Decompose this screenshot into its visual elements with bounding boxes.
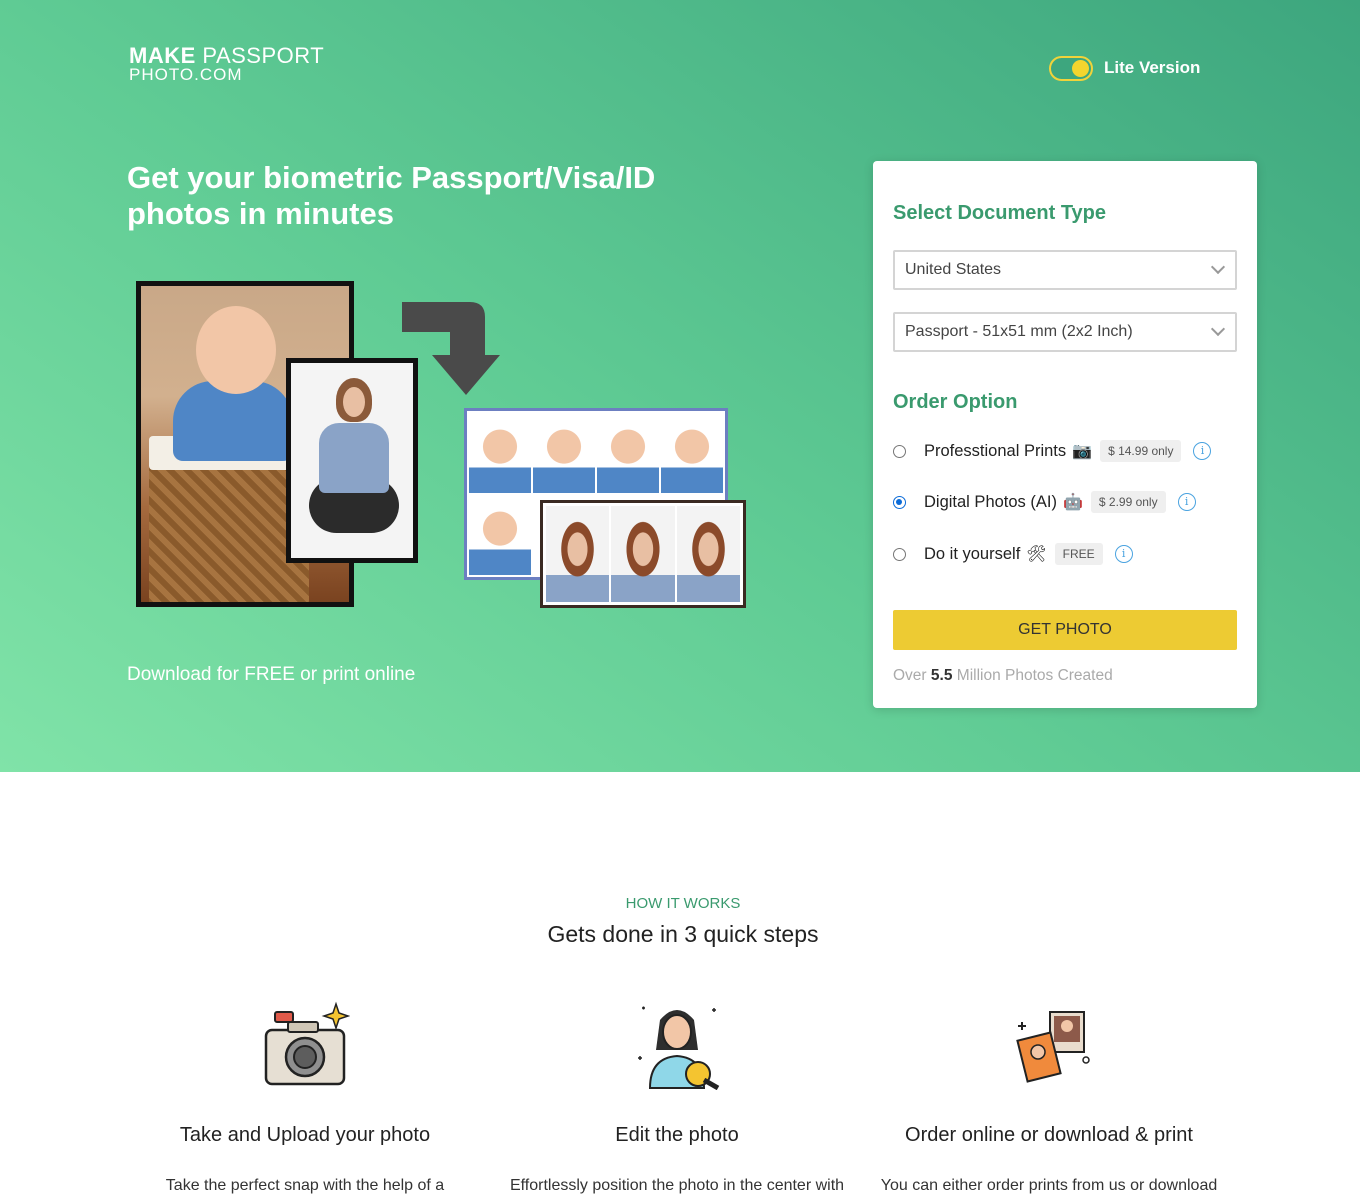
hero-illustration [130, 278, 760, 618]
how-it-works-title: Gets done in 3 quick steps [547, 921, 819, 947]
curved-arrow-icon [402, 302, 500, 395]
chevron-down-icon [1210, 321, 1226, 337]
edit-person-icon [638, 1006, 720, 1091]
logo-photo-com: PHOTO.COM [129, 65, 243, 84]
step-title: Take and Upload your photo [179, 1124, 431, 1146]
info-icon[interactable]: i [1114, 545, 1133, 563]
hero-title: Get your biometric Passport/Visa/ID phot… [127, 160, 656, 231]
digital-photos-radio[interactable] [893, 495, 906, 509]
professional-prints-radio[interactable] [893, 444, 906, 458]
robot-emoji-icon: 🤖 [1062, 494, 1083, 511]
toggle-knob [1072, 60, 1089, 77]
do-it-yourself-radio[interactable] [893, 547, 906, 561]
hero-subtitle: Download for FREE or print online [127, 664, 416, 685]
country-select[interactable]: United States [893, 250, 1237, 290]
camera-emoji-icon: 📷 [1072, 443, 1093, 460]
option-digital-photos[interactable]: Digital Photos (AI) 🤖 $ 2.99 only i [893, 489, 1237, 515]
tools-emoji-icon: 🛠 [1026, 546, 1047, 563]
country-select-value: United States [905, 261, 1002, 278]
order-option-heading: Order Option [893, 391, 1018, 413]
option-professional-prints[interactable]: Professtional Prints 📷 $ 14.99 only i [893, 438, 1237, 464]
step-description: Take the perfect snap with the help of a [165, 1177, 445, 1194]
camera-icon [264, 1001, 351, 1086]
option-label: Digital Photos (AI) [924, 492, 1057, 511]
price-badge: $ 2.99 only [1090, 491, 1166, 513]
option-do-it-yourself[interactable]: Do it yourself 🛠 FREE i [893, 541, 1237, 567]
step-title: Order online or download & print [905, 1124, 1193, 1146]
step-title: Edit the photo [615, 1124, 739, 1146]
order-card: Select Document Type United States Passp… [873, 161, 1257, 708]
stat-suffix: Million Photos Created [956, 667, 1113, 684]
step-description: Effortlessly position the photo in the c… [509, 1177, 845, 1194]
get-photo-button[interactable]: GET PHOTO [893, 610, 1237, 650]
document-type-select[interactable]: Passport - 51x51 mm (2x2 Inch) [893, 312, 1237, 352]
photos-icon [1016, 1011, 1090, 1083]
info-icon[interactable]: i [1177, 493, 1196, 511]
photos-created-stat: Over 5.5 Million Photos Created [893, 667, 1113, 685]
option-label: Do it yourself [924, 544, 1021, 563]
step-description: You can either order prints from us or d… [880, 1177, 1218, 1194]
step-upload: Take and Upload your photo Take the perf… [115, 1000, 495, 1194]
chevron-down-icon [1210, 259, 1226, 275]
option-label: Professtional Prints [924, 441, 1067, 460]
price-badge: FREE [1054, 543, 1103, 565]
select-document-heading: Select Document Type [893, 202, 1107, 224]
lite-version-toggle[interactable] [1049, 56, 1093, 81]
document-select-value: Passport - 51x51 mm (2x2 Inch) [905, 323, 1133, 340]
woman-photo-sheet [540, 500, 746, 608]
info-icon[interactable]: i [1193, 442, 1212, 460]
price-badge: $ 14.99 only [1100, 440, 1182, 462]
woman-photo-frame [286, 358, 418, 563]
hero-section: MAKE PASSPORT PHOTO.COM Lite Version Get… [0, 0, 1360, 772]
stat-value: 5.5 [930, 667, 953, 684]
lite-version-label[interactable]: Lite Version [1104, 58, 1200, 78]
stat-prefix: Over [893, 667, 927, 684]
site-logo[interactable]: MAKE PASSPORT PHOTO.COM [129, 45, 324, 84]
step-edit: Edit the photo Effortlessly position the… [487, 1000, 867, 1194]
step-order: Order online or download & print You can… [859, 1000, 1239, 1194]
how-it-works-kicker: HOW IT WORKS [625, 895, 741, 912]
